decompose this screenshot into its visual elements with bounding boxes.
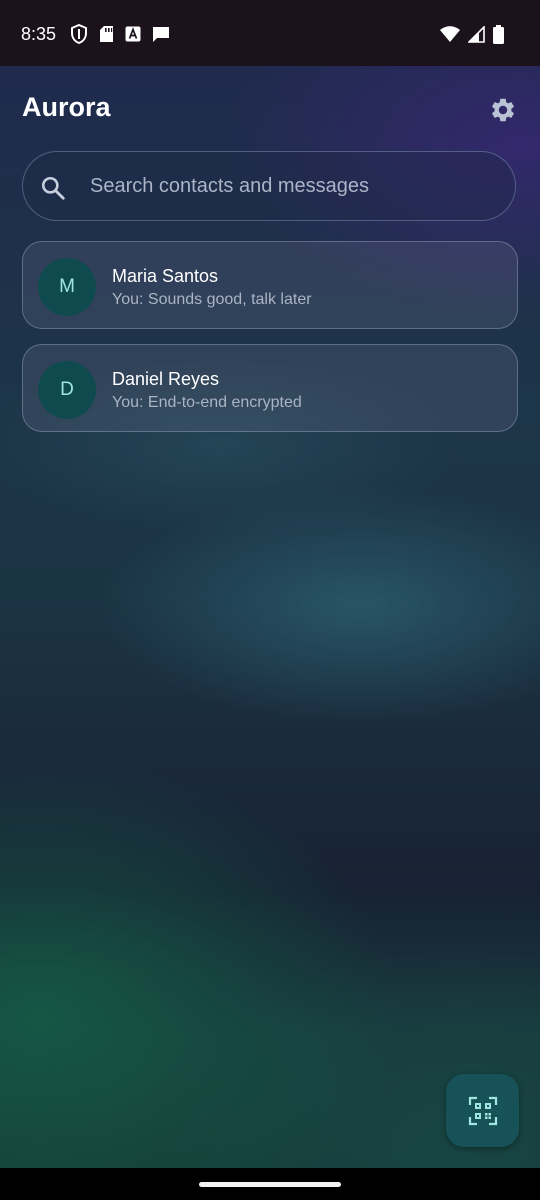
avatar: D <box>38 361 96 419</box>
search-input[interactable] <box>90 152 490 220</box>
navigation-bar <box>0 1168 540 1200</box>
avatar: M <box>38 258 96 316</box>
qr-scan-icon <box>468 1096 497 1125</box>
settings-button[interactable] <box>485 92 521 128</box>
status-icons-right <box>440 23 504 45</box>
home-gesture-handle[interactable] <box>199 1182 341 1187</box>
status-icons-left <box>70 23 170 45</box>
search-bar[interactable] <box>22 151 516 221</box>
conversation-item-maria-santos[interactable]: M Maria Santos You: Sounds good, talk la… <box>22 241 518 329</box>
search-icon <box>41 176 65 200</box>
conversation-list: M Maria Santos You: Sounds good, talk la… <box>22 241 518 447</box>
message-preview: You: End-to-end encrypted <box>112 394 302 411</box>
status-bar: 8:35 <box>0 0 540 66</box>
message-preview: You: Sounds good, talk later <box>112 291 312 308</box>
wifi-icon <box>440 25 460 42</box>
app-background: Aurora M Maria Santos You: Sounds good, … <box>0 66 540 1168</box>
shield-icon <box>71 24 87 44</box>
app-title: Aurora <box>22 92 111 122</box>
font-a-icon <box>125 26 141 42</box>
contact-name: Daniel Reyes <box>112 369 220 389</box>
conversation-item-daniel-reyes[interactable]: D Daniel Reyes You: End-to-end encrypted <box>22 344 518 432</box>
signal-icon <box>468 25 485 43</box>
contact-name: Maria Santos <box>112 266 219 286</box>
status-time: 8:35 <box>21 24 57 44</box>
app-screen: 8:35 Aurora Search contacts and messages… <box>0 0 540 1200</box>
sd-card-icon <box>100 26 113 42</box>
qr-scan-button[interactable] <box>446 1074 519 1147</box>
gear-icon <box>492 98 514 122</box>
message-icon <box>153 26 169 42</box>
battery-icon <box>493 24 504 44</box>
